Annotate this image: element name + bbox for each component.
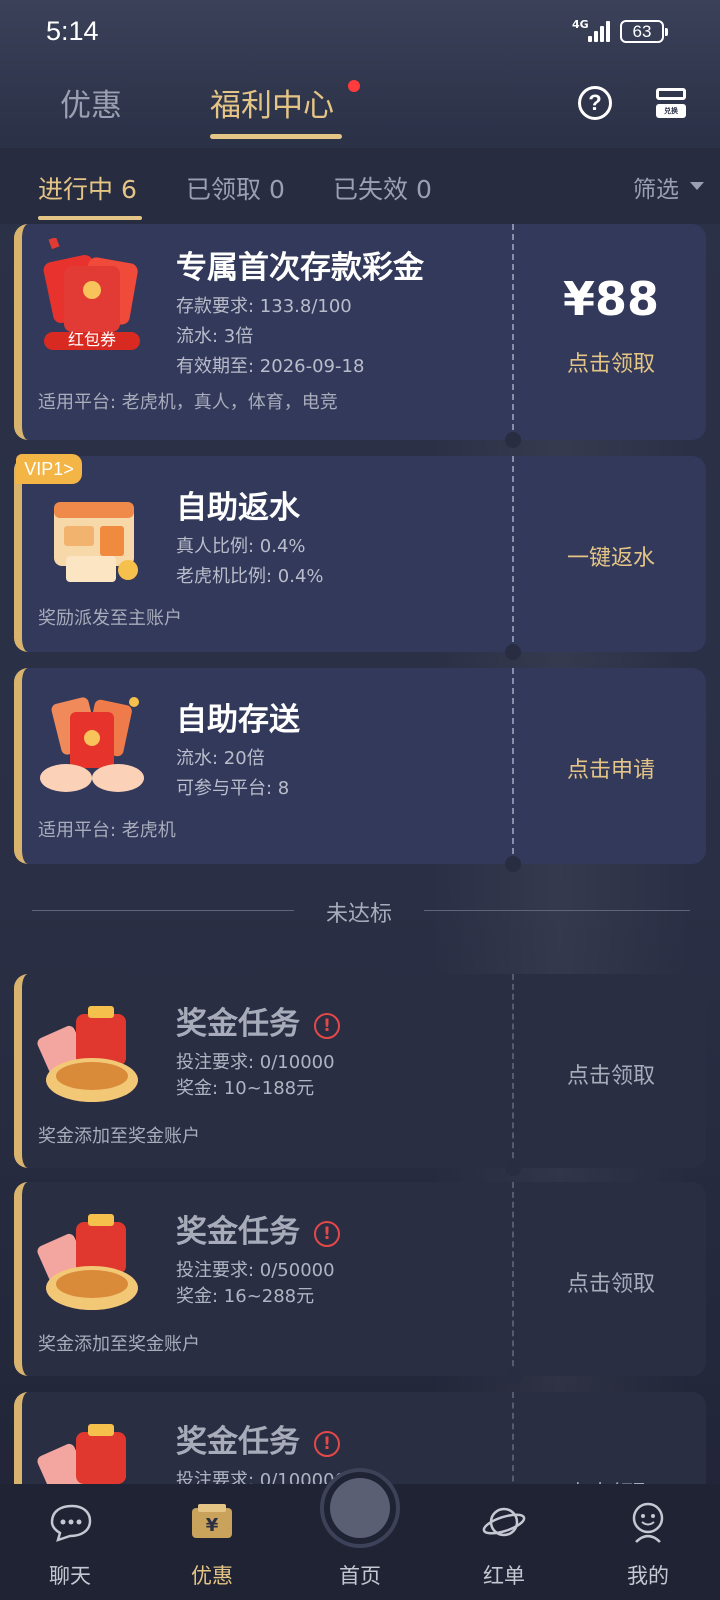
active-tab-indicator bbox=[210, 134, 342, 139]
claim-button[interactable]: 点击领取 bbox=[514, 1266, 708, 1298]
nav-offers[interactable]: ¥ 优惠 bbox=[162, 1484, 262, 1600]
rebate-button[interactable]: 一键返水 bbox=[514, 540, 708, 572]
card-notch bbox=[505, 856, 521, 872]
treasure-chest-icon bbox=[37, 1006, 138, 1102]
payout-note: 奖金添加至奖金账户 bbox=[38, 1126, 200, 1147]
deposit-requirement: 存款要求: 133.8/100 bbox=[176, 296, 352, 317]
caret-down-icon[interactable] bbox=[690, 182, 704, 190]
subtab-expired[interactable]: 已失效 0 bbox=[333, 170, 432, 206]
signal-icon bbox=[588, 20, 614, 42]
card-title: 自助返水 bbox=[176, 490, 300, 526]
vip-badge[interactable]: VIP1> bbox=[16, 454, 82, 484]
card-notch bbox=[505, 1368, 521, 1384]
status-time: 5:14 bbox=[46, 16, 99, 46]
live-casino-ratio: 真人比例: 0.4% bbox=[176, 536, 306, 557]
section-divider-left bbox=[32, 910, 294, 911]
tab-welfare-center[interactable]: 福利中心 bbox=[210, 80, 334, 125]
card-notch bbox=[505, 1160, 521, 1176]
payout-note: 奖金添加至奖金账户 bbox=[38, 1334, 200, 1355]
svg-text:¥: ¥ bbox=[206, 1515, 219, 1536]
status-bar: 5:14 4G 63 bbox=[0, 0, 720, 62]
rebate-calculator-icon bbox=[54, 502, 138, 582]
betting-requirement: 投注要求: 0/50000 bbox=[176, 1260, 335, 1281]
nav-profile[interactable]: 我的 bbox=[598, 1484, 698, 1600]
filter-button[interactable]: 筛选 bbox=[633, 170, 679, 204]
nav-label: 我的 bbox=[627, 1564, 669, 1588]
network-type: 4G bbox=[572, 18, 589, 31]
card-title: 奖金任务! bbox=[176, 998, 340, 1043]
bonus-task-card: 点击领取 奖金任务! 投注要求: 0/50000 奖金: 16~288元 奖金添… bbox=[14, 1182, 706, 1376]
treasure-chest-icon bbox=[37, 1424, 126, 1492]
nav-home[interactable]: 首页 bbox=[310, 1484, 410, 1600]
coupon-yuan-icon: ¥ bbox=[192, 1504, 232, 1538]
apply-button[interactable]: 点击申请 bbox=[514, 752, 708, 784]
bonus-card-first-deposit: ¥88 点击领取 红包券 专属首次存款彩金 存款要求: 133.8/100 流水… bbox=[14, 224, 706, 440]
card-title: 专属首次存款彩金 bbox=[176, 250, 424, 286]
alert-icon: ! bbox=[314, 1012, 340, 1039]
section-label-not-qualified: 未达标 bbox=[326, 902, 393, 927]
battery-icon: 63 bbox=[620, 20, 668, 43]
card-title: 自助存送 bbox=[176, 702, 300, 738]
alert-icon: ! bbox=[314, 1220, 340, 1247]
nav-chat[interactable]: 聊天 bbox=[20, 1484, 120, 1600]
nav-label: 首页 bbox=[339, 1564, 381, 1588]
section-divider-right bbox=[424, 910, 690, 911]
nav-red-list[interactable]: 红单 bbox=[454, 1484, 554, 1600]
bonus-range: 奖金: 10~188元 bbox=[176, 1078, 315, 1099]
alert-icon: ! bbox=[314, 1430, 340, 1457]
turnover-multiplier: 流水: 3倍 bbox=[176, 326, 254, 347]
user-icon bbox=[632, 1502, 664, 1543]
exchange-icon[interactable]: 兑换 bbox=[656, 88, 686, 118]
applicable-platforms: 适用平台: 老虎机 bbox=[38, 820, 176, 841]
chat-bubble-icon bbox=[50, 1504, 92, 1542]
bonus-amount: ¥88 bbox=[562, 272, 660, 326]
nav-label: 优惠 bbox=[191, 1564, 233, 1588]
nav-label: 聊天 bbox=[49, 1564, 91, 1588]
betting-requirement: 投注要求: 0/10000 bbox=[176, 1052, 335, 1073]
claim-button[interactable]: 点击领取 bbox=[514, 346, 708, 378]
payout-note: 奖励派发至主账户 bbox=[38, 608, 182, 629]
notification-dot bbox=[348, 80, 360, 92]
applicable-platforms: 适用平台: 老虎机，真人，体育，电竞 bbox=[38, 392, 338, 413]
top-navigation: 优惠 福利中心 bbox=[0, 62, 720, 148]
subtab-indicator bbox=[38, 216, 142, 220]
tab-offers[interactable]: 优惠 bbox=[60, 80, 122, 125]
bonus-range: 奖金: 16~288元 bbox=[176, 1286, 315, 1307]
turnover-multiplier: 流水: 20倍 bbox=[176, 748, 265, 769]
hands-holding-envelopes-icon bbox=[40, 697, 144, 792]
coupon-badge: 红包券 bbox=[67, 330, 116, 349]
bonus-card-rebate: 一键返水 VIP1> 自助返水 真人比例: 0.4% 老虎机比例: 0.4% 奖… bbox=[14, 454, 708, 652]
treasure-chest-icon bbox=[37, 1214, 138, 1310]
eligible-platform-count: 可参与平台: 8 bbox=[176, 778, 290, 799]
slots-ratio: 老虎机比例: 0.4% bbox=[176, 566, 324, 587]
card-title: 奖金任务! bbox=[176, 1416, 340, 1461]
help-icon[interactable]: ? bbox=[578, 86, 612, 120]
card-notch bbox=[505, 644, 521, 660]
card-title: 奖金任务! bbox=[176, 1206, 340, 1251]
planet-icon bbox=[482, 1507, 526, 1537]
bonus-task-card: 点击领取 奖金任务! 投注要求: 0/10000 奖金: 10~188元 奖金添… bbox=[14, 974, 706, 1168]
card-notch bbox=[505, 432, 521, 448]
subtab-claimed[interactable]: 已领取 0 bbox=[186, 170, 285, 206]
expiry-date: 有效期至: 2026-09-18 bbox=[176, 356, 365, 377]
nav-label: 红单 bbox=[483, 1564, 525, 1588]
subtab-in-progress[interactable]: 进行中 6 bbox=[38, 170, 137, 206]
bonus-card-deposit-bonus: 点击申请 自助存送 流水: 20倍 可参与平台: 8 适用平台: 老虎机 bbox=[14, 668, 706, 864]
status-filter-bar: 进行中 6 已领取 0 已失效 0 筛选 bbox=[0, 148, 720, 224]
claim-button[interactable]: 点击领取 bbox=[514, 1058, 708, 1090]
